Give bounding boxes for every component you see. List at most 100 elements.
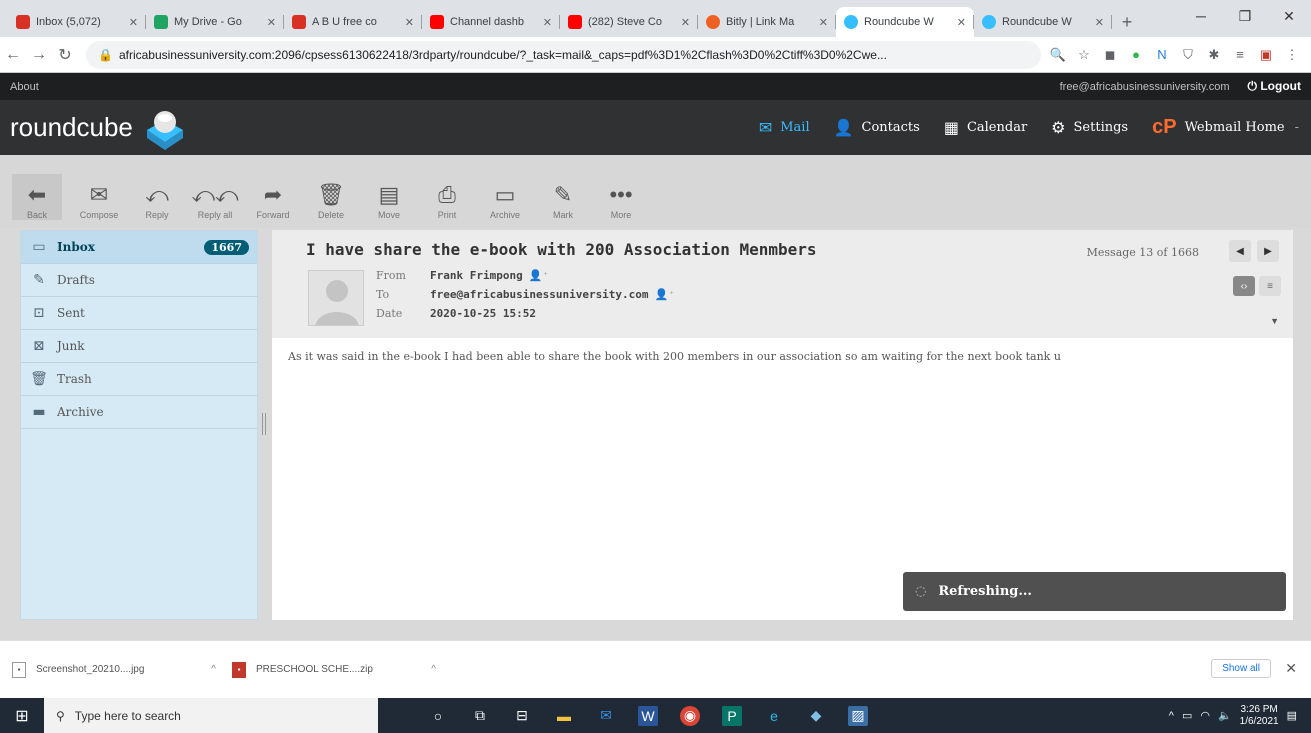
- pane-splitter[interactable]: [262, 413, 266, 435]
- from-value[interactable]: Frank Frimpong 👤⁺: [430, 269, 549, 282]
- edge-icon[interactable]: e: [764, 706, 784, 726]
- extension-icon[interactable]: ≡: [1231, 47, 1249, 63]
- network-icon[interactable]: ▭: [1182, 709, 1192, 722]
- archive-button[interactable]: ▭ Archive: [478, 180, 532, 220]
- close-icon[interactable]: ✕: [819, 16, 828, 29]
- browser-tab-active[interactable]: Roundcube W ✕: [836, 7, 974, 37]
- extension-icon[interactable]: ⛉: [1179, 47, 1197, 63]
- chevron-up-icon[interactable]: ^: [211, 664, 216, 675]
- app-icon[interactable]: ◆: [806, 706, 826, 726]
- close-icon[interactable]: ✕: [129, 16, 138, 29]
- back-button[interactable]: ⬅ Back: [12, 174, 62, 220]
- download-item[interactable]: ▪ Screenshot_20210....jpg ^: [12, 661, 232, 678]
- mail-app-icon[interactable]: ✉: [596, 706, 616, 726]
- browser-tab[interactable]: Bitly | Link Ma ✕: [698, 7, 836, 37]
- nav-settings[interactable]: ⚙ Settings: [1039, 100, 1140, 155]
- close-icon[interactable]: ✕: [267, 16, 276, 29]
- forward-button[interactable]: ➦ Forward: [246, 180, 300, 220]
- cortana-icon[interactable]: ○: [428, 706, 448, 726]
- plain-view-icon[interactable]: ≡: [1259, 276, 1281, 296]
- zoom-icon[interactable]: 🔍: [1049, 47, 1067, 63]
- browser-tab[interactable]: (282) Steve Co ✕: [560, 7, 698, 37]
- trash-icon: 🗑: [30, 371, 48, 387]
- photos-icon[interactable]: ▨: [848, 705, 868, 726]
- folder-junk[interactable]: ⊠ Junk: [21, 330, 257, 363]
- forward-arrow-icon[interactable]: →: [26, 46, 52, 64]
- roundcube-icon: [844, 15, 858, 29]
- chevron-up-icon[interactable]: ^: [431, 664, 436, 675]
- folder-sent[interactable]: ⊡ Sent: [21, 297, 257, 330]
- to-value[interactable]: free@africabusinessuniversity.com 👤⁺: [430, 288, 675, 301]
- profile-icon[interactable]: ▣: [1257, 47, 1275, 63]
- close-icon[interactable]: ✕: [1285, 660, 1297, 677]
- download-item[interactable]: ▪ PRESCHOOL SCHE....zip ^: [232, 661, 452, 678]
- roundcube-logo[interactable]: roundcube: [0, 108, 183, 150]
- expand-headers-icon[interactable]: ▼: [1270, 316, 1279, 326]
- back-arrow-icon[interactable]: ←: [0, 46, 26, 64]
- browser-tab[interactable]: Inbox (5,072) ✕: [8, 7, 146, 37]
- nav-calendar[interactable]: ▦ Calendar: [932, 100, 1039, 155]
- delete-button[interactable]: 🗑 Delete: [304, 180, 358, 220]
- add-contact-icon[interactable]: 👤⁺: [529, 269, 549, 282]
- taskbar-search[interactable]: ⚲ Type here to search: [44, 698, 378, 733]
- app-header: roundcube ✉ Mail 👤 Contacts ▦ Calendar ⚙ Set…: [0, 100, 1311, 155]
- word-icon[interactable]: W: [638, 705, 658, 726]
- maximize-button[interactable]: ❐: [1223, 0, 1267, 32]
- close-icon[interactable]: ✕: [543, 16, 552, 29]
- windows-start-icon[interactable]: ⊞: [0, 706, 44, 726]
- new-tab-button[interactable]: +: [1112, 7, 1142, 37]
- chrome-icon[interactable]: ◉: [680, 705, 700, 726]
- task-view-icon[interactable]: ⧉: [470, 706, 490, 726]
- extension-icon[interactable]: N: [1153, 47, 1171, 63]
- previous-message-button[interactable]: ◀: [1229, 240, 1251, 262]
- close-icon[interactable]: ✕: [405, 16, 414, 29]
- notification-icon[interactable]: ▤: [1287, 709, 1297, 722]
- compose-button[interactable]: ✉ Compose: [72, 180, 126, 220]
- logout-button[interactable]: ⏻ Logout: [1248, 79, 1301, 94]
- volume-icon[interactable]: 🔈: [1218, 709, 1232, 722]
- puzzle-icon[interactable]: ✱: [1205, 47, 1223, 63]
- chevron-down-icon[interactable]: -: [1295, 120, 1299, 135]
- next-message-button[interactable]: ▶: [1257, 240, 1279, 262]
- system-tray: ^ ▭ ◠ 🔈 3:26 PM 1/6/2021 ▤: [1169, 704, 1311, 728]
- nav-contacts[interactable]: 👤 Contacts: [822, 100, 932, 155]
- print-button[interactable]: ⎙ Print: [420, 180, 474, 220]
- folder-archive[interactable]: ▬ Archive: [21, 396, 257, 429]
- reply-button[interactable]: ⤺ Reply: [130, 180, 184, 220]
- more-button[interactable]: ••• More: [594, 180, 648, 220]
- minimize-button[interactable]: ─: [1179, 0, 1223, 32]
- nav-mail[interactable]: ✉ Mail: [747, 100, 822, 155]
- folder-inbox[interactable]: ▭ Inbox 1667: [21, 231, 257, 264]
- nav-webmail-home[interactable]: cP Webmail Home -: [1140, 100, 1311, 155]
- url-field[interactable]: 🔒 africabusinessuniversity.com:2096/cpses…: [86, 40, 1041, 69]
- move-button[interactable]: ▤ Move: [362, 180, 416, 220]
- browser-tab[interactable]: A B U free co ✕: [284, 7, 422, 37]
- extension-icon[interactable]: ●: [1127, 47, 1145, 63]
- about-link[interactable]: About: [10, 81, 39, 93]
- folder-drafts[interactable]: ✎ Drafts: [21, 264, 257, 297]
- close-icon[interactable]: ✕: [1095, 16, 1104, 29]
- publisher-icon[interactable]: P: [722, 705, 742, 726]
- close-icon[interactable]: ✕: [957, 16, 966, 29]
- clock[interactable]: 3:26 PM 1/6/2021: [1240, 704, 1279, 728]
- folder-trash[interactable]: 🗑 Trash: [21, 363, 257, 396]
- gmail-icon: [16, 15, 30, 29]
- browser-tab[interactable]: My Drive - Go ✕: [146, 7, 284, 37]
- browser-tab[interactable]: Roundcube W ✕: [974, 7, 1112, 37]
- star-icon[interactable]: ☆: [1075, 47, 1093, 63]
- file-explorer-icon[interactable]: ▬: [554, 706, 574, 726]
- wifi-icon[interactable]: ◠: [1200, 709, 1210, 722]
- close-window-button[interactable]: ✕: [1267, 0, 1311, 32]
- extension-icon[interactable]: ◼: [1101, 47, 1119, 63]
- close-icon[interactable]: ✕: [681, 16, 690, 29]
- menu-icon[interactable]: ⋮: [1283, 47, 1301, 63]
- reload-icon[interactable]: ↻: [52, 45, 78, 65]
- show-all-button[interactable]: Show all: [1211, 659, 1271, 678]
- reply-all-button[interactable]: ⤺⤺ Reply all: [188, 180, 242, 220]
- browser-tab[interactable]: Channel dashb ✕: [422, 7, 560, 37]
- add-contact-icon[interactable]: 👤⁺: [655, 288, 675, 301]
- mark-button[interactable]: ✎ Mark: [536, 180, 590, 220]
- chevron-up-icon[interactable]: ^: [1169, 710, 1174, 722]
- store-icon[interactable]: ⊟: [512, 706, 532, 726]
- html-view-icon[interactable]: ‹›: [1233, 276, 1255, 296]
